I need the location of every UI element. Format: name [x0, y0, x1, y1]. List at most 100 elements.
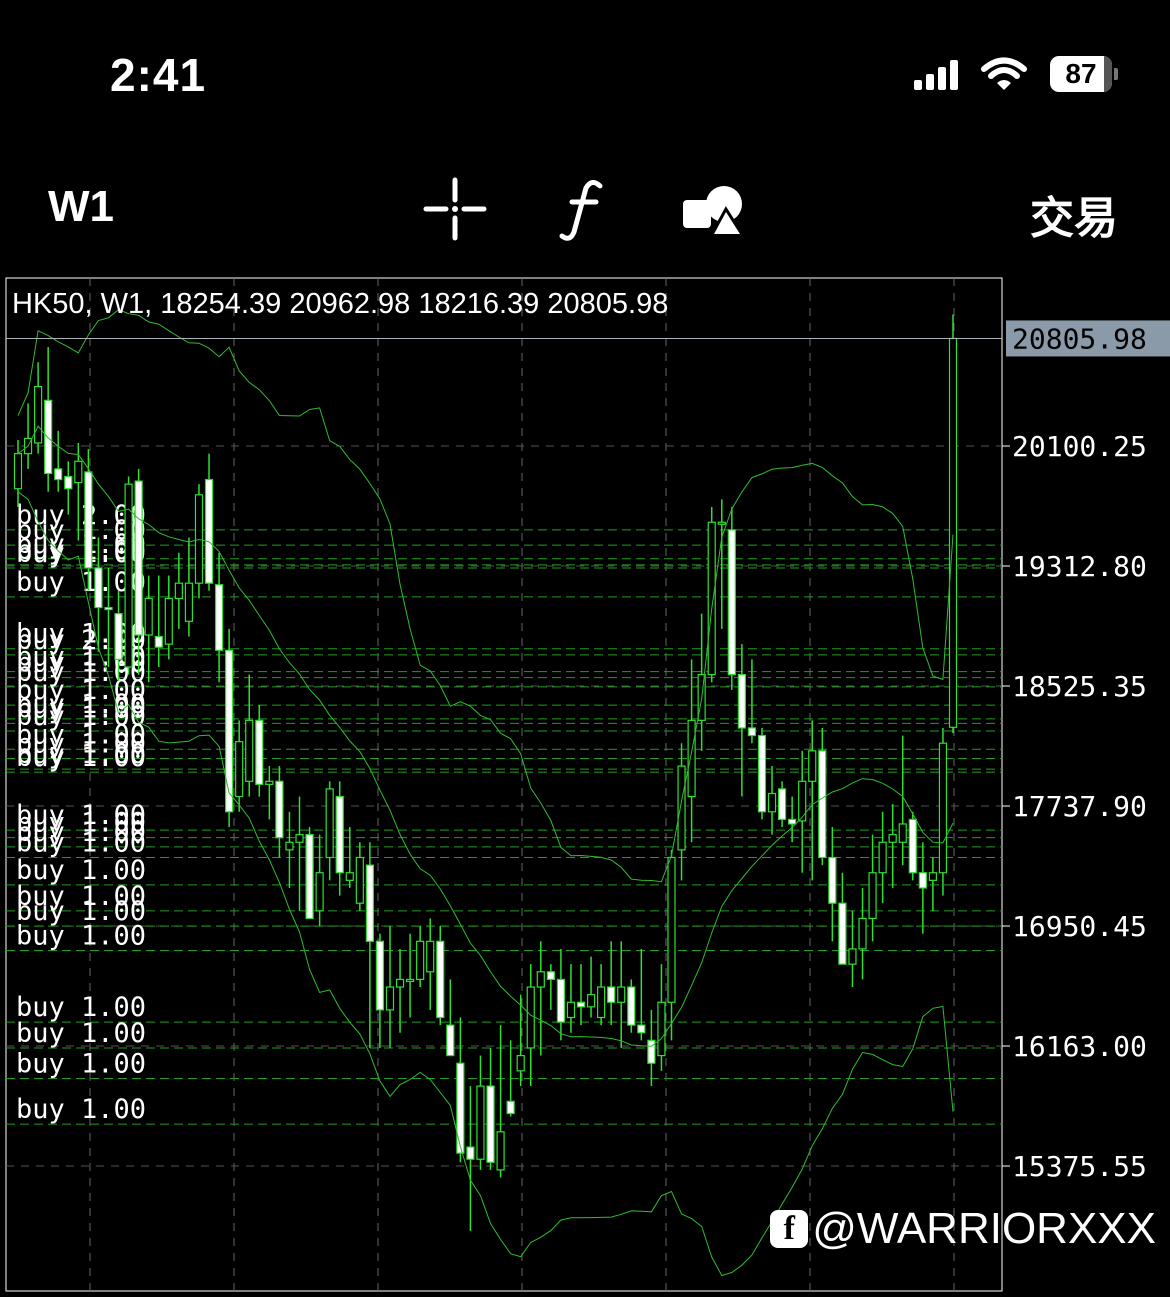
battery-level: 87 [1065, 58, 1097, 89]
candle-bull [586, 994, 596, 1008]
order-label: buy 1.00 [16, 920, 146, 951]
low-value: 18216.39 [418, 288, 540, 320]
chart-toolbar: W1 交易 [0, 160, 1170, 260]
candle-bull [74, 460, 83, 484]
candle-bear [365, 864, 374, 942]
candle-bear [446, 1024, 455, 1057]
candle-bear [114, 613, 123, 660]
candle-bear [757, 734, 767, 813]
candle-bear [436, 940, 445, 1019]
facebook-icon: f [770, 1210, 809, 1248]
candle-bull [395, 978, 405, 988]
order-label: buy 1.00 [16, 1094, 146, 1125]
candle-bull [687, 719, 696, 798]
candle-bear [84, 471, 93, 569]
candle-bull [164, 597, 173, 645]
candle-bull [848, 948, 857, 965]
candle-bull [597, 986, 606, 1019]
candle-bull [144, 597, 153, 636]
candle-bull [285, 841, 294, 851]
watermark-handle: @WARRIORXXX [812, 1204, 1156, 1253]
candle-bull [878, 841, 887, 874]
candle-bear [154, 635, 163, 648]
status-time: 2:41 [110, 49, 207, 101]
battery-icon: 87 [1050, 56, 1118, 92]
candle-bear [64, 475, 73, 490]
candle-bull [245, 719, 254, 782]
candlestick-chart[interactable]: 20100.25 19312.80 18525.35 17737.90 16950.45… [0, 270, 1170, 1293]
candle-bear [546, 971, 555, 981]
candle-bear [486, 1085, 495, 1163]
candle-bull [707, 521, 716, 676]
candle-bear [637, 1024, 646, 1034]
y-tick-label: 16950.45 [1012, 910, 1147, 943]
candle-bear [788, 818, 797, 825]
watermark: f @WARRIORXXX [770, 1204, 1156, 1254]
candle-bear [818, 750, 827, 859]
candle-bear [214, 584, 224, 651]
candle-bull [496, 1131, 505, 1171]
candle-bull [808, 750, 817, 782]
candle-bear [737, 674, 746, 729]
function-icon[interactable] [548, 174, 618, 244]
open-value: 18254.39 [160, 288, 282, 320]
candle-bear [225, 649, 234, 813]
trade-button[interactable]: 交易 [1030, 182, 1118, 246]
candle-bull [868, 872, 877, 920]
candle-bear [104, 606, 113, 611]
candle-bull [657, 1001, 666, 1057]
candle-bull [184, 582, 194, 622]
candle-bull [667, 856, 676, 1003]
crosshair-icon[interactable] [420, 174, 490, 244]
candle-bull [405, 978, 415, 983]
candle-bear [908, 818, 917, 874]
timeframe-button[interactable]: W1 [48, 182, 114, 232]
candle-bear [134, 480, 143, 636]
y-tick-label: 19312.80 [1012, 550, 1147, 583]
candle-bull [265, 780, 274, 785]
candle-bear [607, 986, 616, 1003]
y-tick-label: 17737.90 [1012, 790, 1147, 823]
candle-bull [798, 780, 807, 822]
status-icons: 87 [914, 54, 1118, 94]
candle-bear [375, 940, 385, 1011]
chart-area[interactable]: 20100.25 19312.80 18525.35 17737.90 16950.45… [0, 270, 1170, 1293]
candle-bull [385, 986, 395, 1011]
candle-bull [13, 453, 23, 490]
candle-bull [416, 940, 425, 981]
y-tick-label: 20100.25 [1012, 430, 1147, 463]
close-value: 20805.98 [547, 288, 669, 320]
candle-bear [255, 719, 264, 785]
candle-bear [506, 1100, 515, 1115]
candle-bull [928, 872, 937, 881]
order-label: buy 1.00 [16, 1018, 146, 1049]
candle-bear [54, 468, 63, 481]
current-price-label: 20805.98 [1012, 322, 1147, 355]
candle-bull [426, 940, 435, 973]
candle-bull [858, 917, 867, 950]
candle-bear [828, 856, 837, 904]
candle-bull [566, 1001, 576, 1019]
signal-icon [914, 58, 958, 90]
candle-bear [777, 788, 787, 820]
candle-bear [204, 478, 214, 584]
candle-bull [767, 792, 777, 813]
ohlc-header: HK50, W1, 18254.39 20962.98 18216.39 208… [12, 288, 669, 320]
candle-bull [617, 986, 626, 1003]
candle-bull [526, 986, 535, 1049]
shapes-icon[interactable] [680, 174, 750, 244]
candle-bear [838, 902, 847, 965]
candle-bull [235, 741, 244, 798]
candle-bull [948, 337, 958, 728]
y-tick-label: 16163.00 [1012, 1030, 1147, 1063]
candle-bull [345, 872, 354, 881]
candle-bear [275, 780, 284, 839]
wifi-icon [981, 57, 1027, 90]
candle-bull [888, 834, 897, 843]
candle-bull [315, 872, 324, 912]
order-label: buy 1.00 [16, 827, 146, 858]
candle-bear [918, 872, 927, 889]
candle-bear [466, 1146, 475, 1160]
candle-bear [576, 1001, 586, 1008]
chart-timeframe-label: W1 [100, 288, 145, 320]
